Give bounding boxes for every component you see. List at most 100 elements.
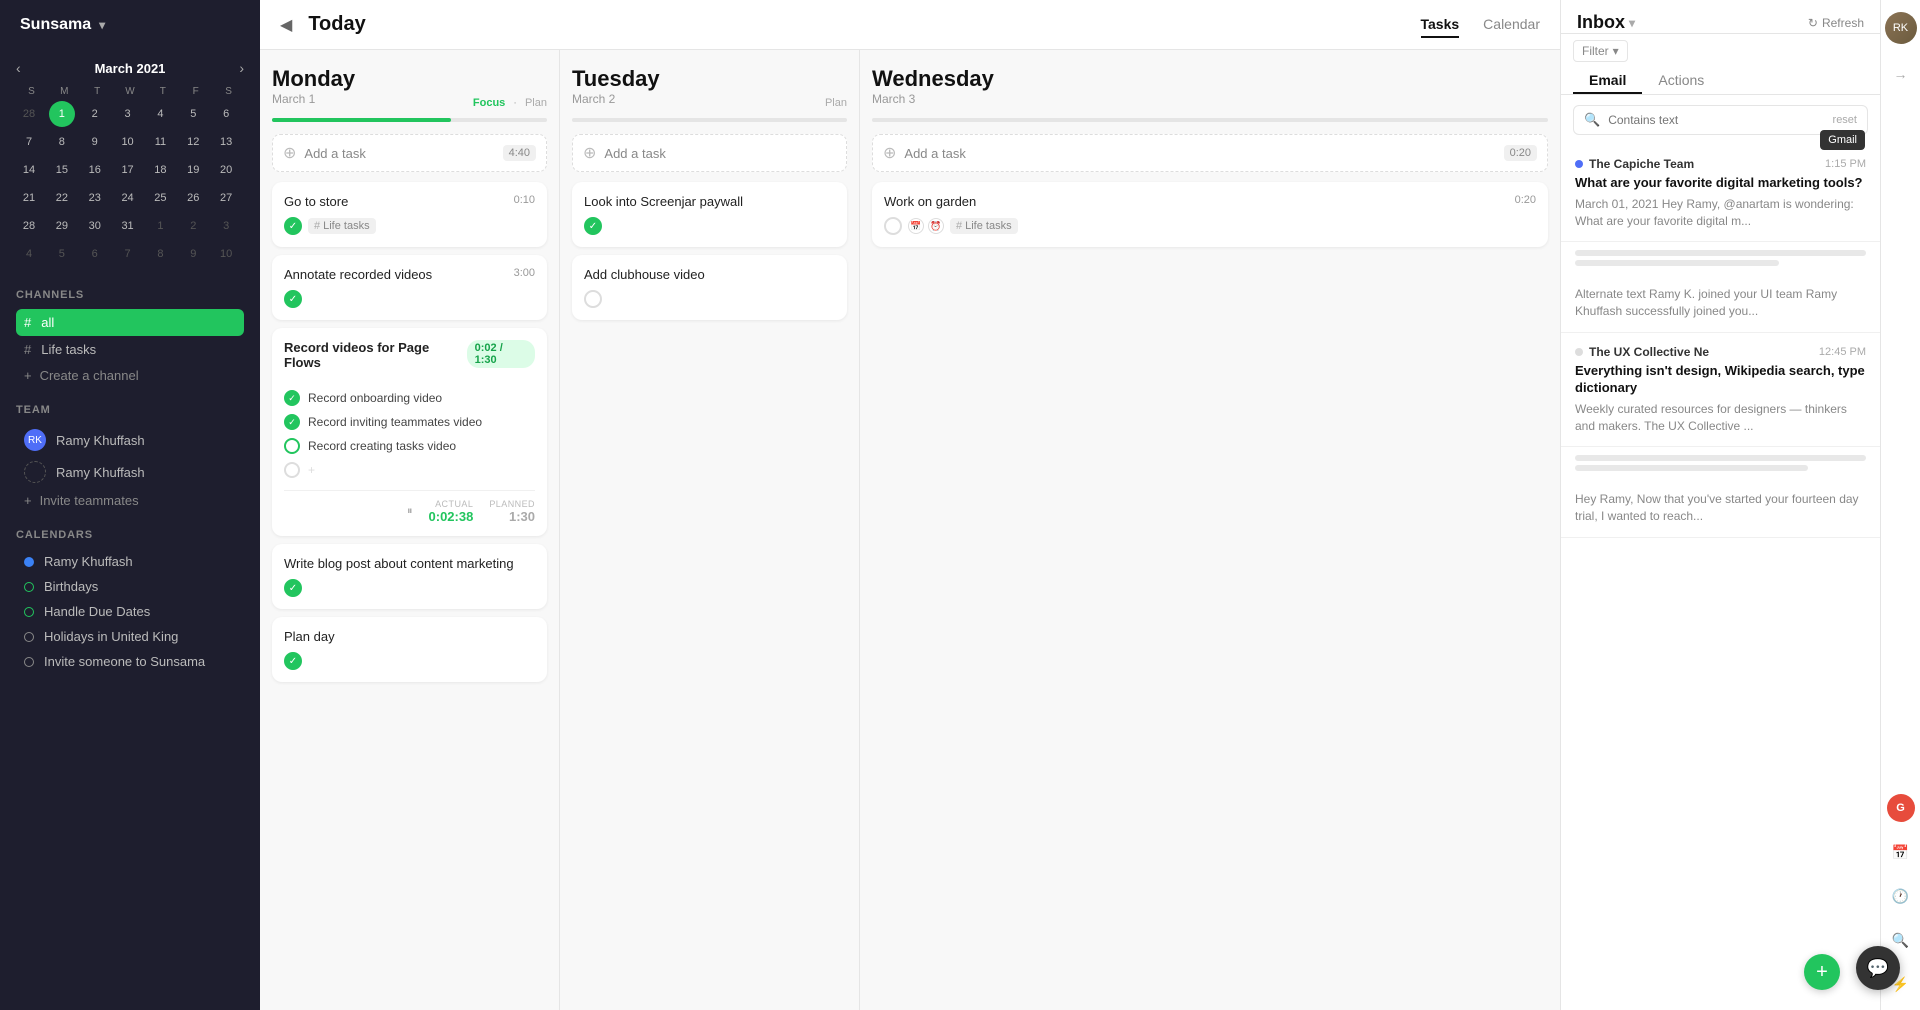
task-write-blog[interactable]: Write blog post about content marketing … xyxy=(272,544,547,609)
cal-day[interactable]: 10 xyxy=(213,241,239,267)
refresh-button[interactable]: ↻ Refresh xyxy=(1808,16,1864,30)
cal-day[interactable]: 5 xyxy=(180,101,206,127)
email-item-2[interactable]: Alternate text Ramy K. joined your UI te… xyxy=(1561,274,1880,333)
cal-day[interactable]: 6 xyxy=(82,241,108,267)
cal-day[interactable]: 30 xyxy=(82,213,108,239)
user-avatar-icon[interactable]: RK xyxy=(1885,12,1917,44)
cal-day[interactable]: 12 xyxy=(180,129,206,155)
cal-day[interactable]: 3 xyxy=(115,101,141,127)
cal-day[interactable]: 22 xyxy=(49,185,75,211)
task-check-button[interactable]: ✓ xyxy=(284,217,302,235)
cal-day[interactable]: 2 xyxy=(82,101,108,127)
cal-day[interactable]: 18 xyxy=(147,157,173,183)
cal-day[interactable]: 11 xyxy=(147,129,173,155)
task-go-to-store[interactable]: Go to store 0:10 ✓ # Life tasks xyxy=(272,182,547,247)
email-item-1[interactable]: The Capiche Team 1:15 PM What are your f… xyxy=(1561,145,1880,242)
task-check-button[interactable] xyxy=(584,290,602,308)
cal-day[interactable]: 14 xyxy=(16,157,42,183)
cal-day[interactable]: 7 xyxy=(115,241,141,267)
task-screenjar[interactable]: Look into Screenjar paywall ✓ xyxy=(572,182,847,247)
tab-actions[interactable]: Actions xyxy=(1642,68,1720,94)
clock-history-icon[interactable]: 🕐 xyxy=(1887,882,1915,910)
cal-day[interactable]: 7 xyxy=(16,129,42,155)
calendar-holidays[interactable]: Holidays in United King xyxy=(16,624,244,649)
cal-day[interactable]: 13 xyxy=(213,129,239,155)
plan-label[interactable]: Plan xyxy=(825,97,847,109)
subtask-check[interactable] xyxy=(284,438,300,454)
calendar-icon[interactable]: 📅 xyxy=(1887,838,1915,866)
cal-day[interactable]: 20 xyxy=(213,157,239,183)
cal-day[interactable]: 5 xyxy=(49,241,75,267)
sidebar-item-life-tasks[interactable]: # Life tasks xyxy=(16,336,244,363)
cal-day[interactable]: 10 xyxy=(115,129,141,155)
task-clubhouse[interactable]: Add clubhouse video xyxy=(572,255,847,320)
filter-button[interactable]: Filter ▾ xyxy=(1573,40,1628,62)
chat-bubble-button[interactable]: 💬 xyxy=(1856,946,1900,990)
invite-teammates-button[interactable]: + Invite teammates xyxy=(16,488,244,513)
task-check-button[interactable]: ✓ xyxy=(284,652,302,670)
team-member-2[interactable]: Ramy Khuffash xyxy=(16,456,244,488)
cal-day[interactable]: 9 xyxy=(180,241,206,267)
tab-email[interactable]: Email xyxy=(1573,68,1642,94)
task-check-button[interactable]: ✓ xyxy=(284,579,302,597)
task-garden[interactable]: Work on garden 0:20 📅 ⏰ # Life tasks xyxy=(872,182,1548,247)
cal-day[interactable]: 29 xyxy=(49,213,75,239)
wednesday-add-task-button[interactable]: ⊕ Add a task 0:20 xyxy=(872,134,1548,172)
cal-day[interactable]: 9 xyxy=(82,129,108,155)
task-check-button[interactable]: ✓ xyxy=(584,217,602,235)
subtask-check[interactable]: ✓ xyxy=(284,390,300,406)
cal-day[interactable]: 27 xyxy=(213,185,239,211)
tab-tasks[interactable]: Tasks xyxy=(1421,12,1460,38)
back-button[interactable]: ◀ xyxy=(280,15,292,35)
email-item-3[interactable]: The UX Collective Ne 12:45 PM Everything… xyxy=(1561,333,1880,447)
cal-day[interactable]: 16 xyxy=(82,157,108,183)
cal-day[interactable]: 23 xyxy=(82,185,108,211)
cal-day[interactable]: 4 xyxy=(16,241,42,267)
calendar-birthdays[interactable]: Birthdays xyxy=(16,574,244,599)
create-channel-button[interactable]: + Create a channel xyxy=(16,363,244,388)
plan-label[interactable]: Plan xyxy=(525,97,547,109)
reset-button[interactable]: reset xyxy=(1833,114,1857,126)
cal-day[interactable]: 28 xyxy=(16,101,42,127)
search-input[interactable] xyxy=(1608,113,1824,127)
cal-day[interactable]: 25 xyxy=(147,185,173,211)
cal-day[interactable]: 21 xyxy=(16,185,42,211)
calendar-prev-button[interactable]: ‹ xyxy=(16,60,21,76)
monday-add-task-button[interactable]: ⊕ Add a task 4:40 xyxy=(272,134,547,172)
add-email-button[interactable]: + xyxy=(1804,954,1840,990)
task-group-record-videos[interactable]: Record videos for Page Flows 0:02 / 1:30… xyxy=(272,328,547,536)
task-check-button[interactable]: ✓ xyxy=(284,290,302,308)
tuesday-add-task-button[interactable]: ⊕ Add a task xyxy=(572,134,847,172)
sidebar-item-all[interactable]: # all xyxy=(16,309,244,336)
calendar-next-button[interactable]: › xyxy=(239,60,244,76)
calendar-invite-sunsama[interactable]: Invite someone to Sunsama xyxy=(16,649,244,674)
cal-day[interactable]: 3 xyxy=(213,213,239,239)
cal-day[interactable]: 2 xyxy=(180,213,206,239)
task-plan-day[interactable]: Plan day ✓ xyxy=(272,617,547,682)
subtask-check[interactable]: ✓ xyxy=(284,414,300,430)
cal-day[interactable]: 28 xyxy=(16,213,42,239)
focus-label[interactable]: Focus xyxy=(473,97,505,109)
calendar-icon[interactable]: 📅 xyxy=(908,218,924,234)
app-logo[interactable]: Sunsama ▾ xyxy=(0,0,260,50)
task-check-button[interactable] xyxy=(884,217,902,235)
calendar-ramy[interactable]: Ramy Khuffash xyxy=(16,549,244,574)
tab-calendar[interactable]: Calendar xyxy=(1483,12,1540,38)
task-annotate[interactable]: Annotate recorded videos 3:00 ✓ xyxy=(272,255,547,320)
logout-icon[interactable]: → xyxy=(1887,60,1915,88)
cal-day-today[interactable]: 1 xyxy=(49,101,75,127)
cal-day[interactable]: 31 xyxy=(115,213,141,239)
cal-day[interactable]: 24 xyxy=(115,185,141,211)
subtask-add-button[interactable]: + xyxy=(284,458,535,482)
email-item-4[interactable]: Hey Ramy, Now that you've started your f… xyxy=(1561,479,1880,538)
cal-day[interactable]: 26 xyxy=(180,185,206,211)
cal-day[interactable]: 15 xyxy=(49,157,75,183)
cal-day[interactable]: 8 xyxy=(49,129,75,155)
cal-day[interactable]: 17 xyxy=(115,157,141,183)
cal-day[interactable]: 8 xyxy=(147,241,173,267)
clock-icon[interactable]: ⏰ xyxy=(928,218,944,234)
cal-day[interactable]: 19 xyxy=(180,157,206,183)
pause-icon[interactable]: ⏸ xyxy=(407,505,413,518)
team-member-1[interactable]: RK Ramy Khuffash xyxy=(16,424,244,456)
cal-day[interactable]: 6 xyxy=(213,101,239,127)
